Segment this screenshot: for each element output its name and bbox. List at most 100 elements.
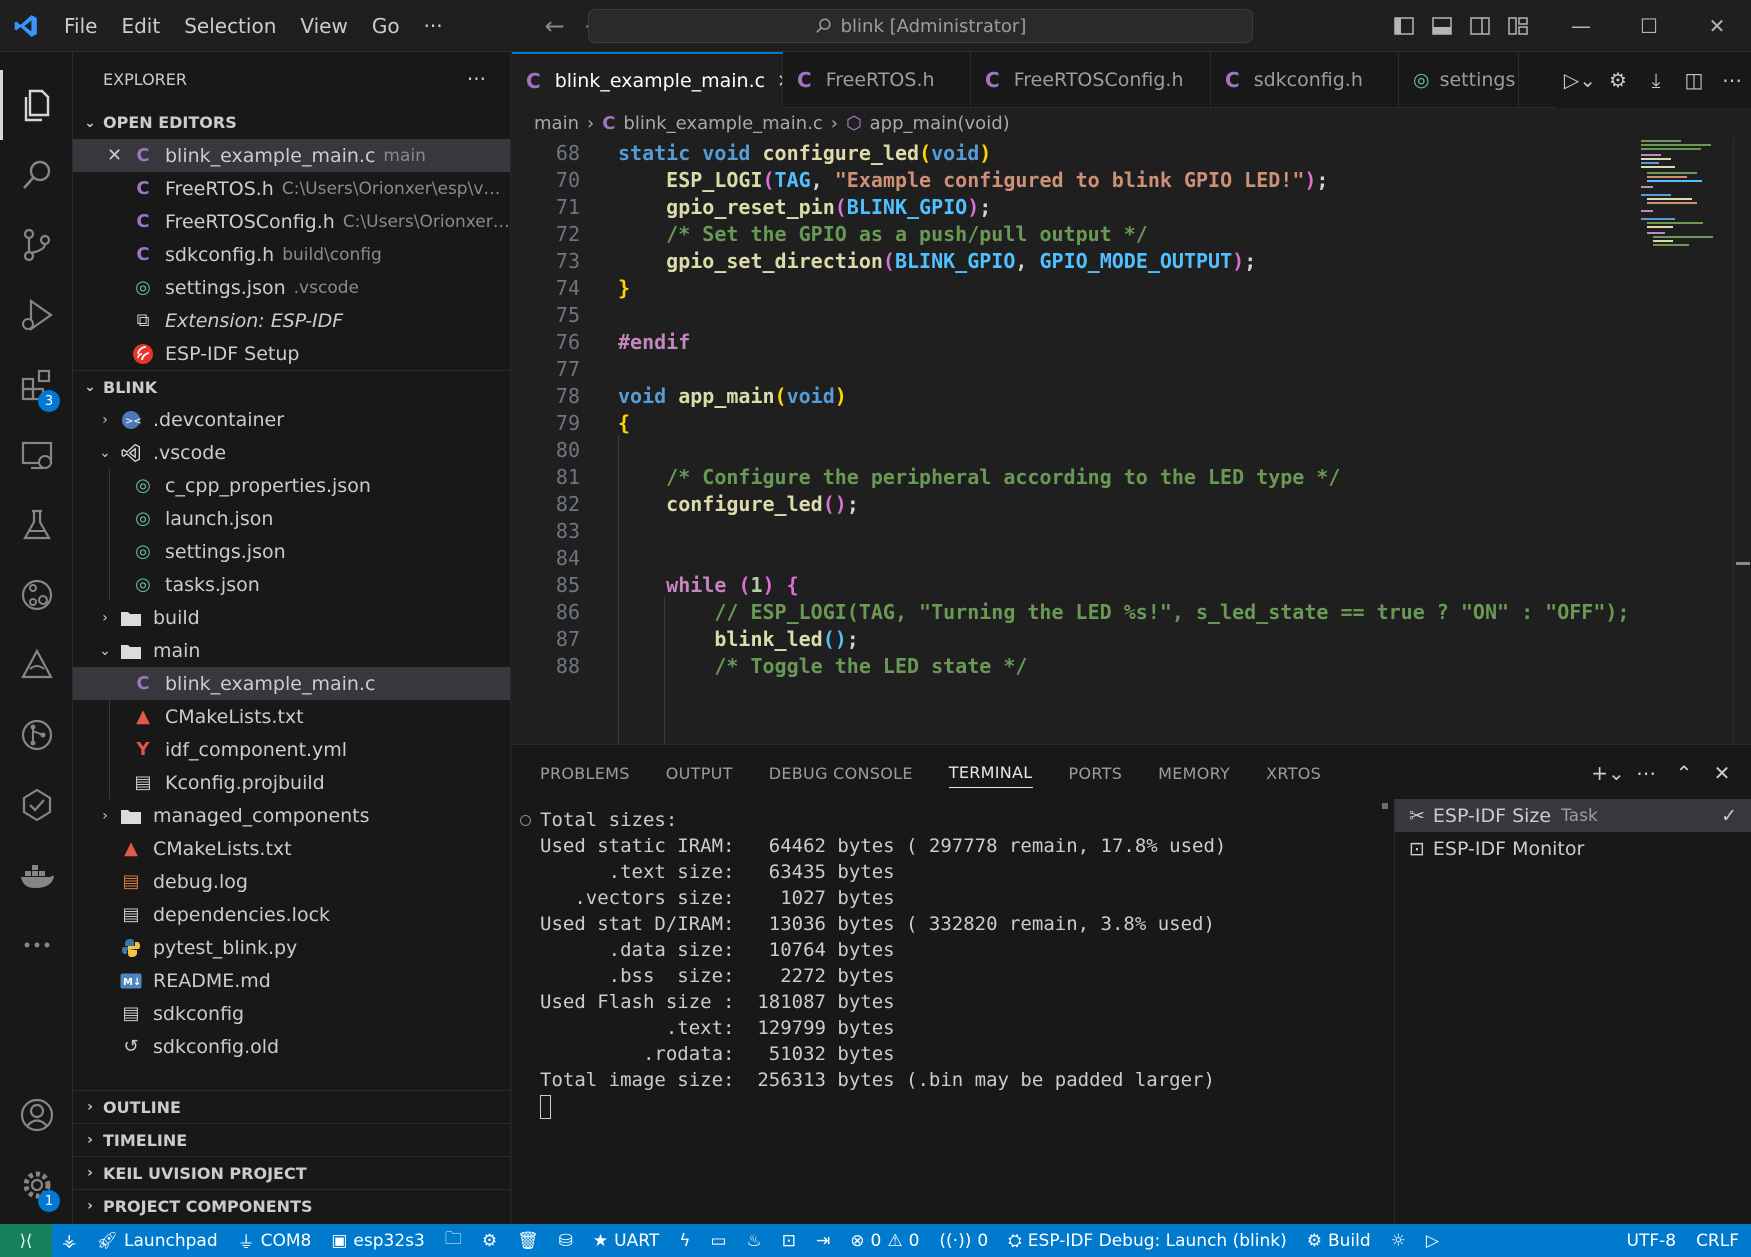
bug-icon[interactable]: ☼	[1381, 1224, 1416, 1257]
open-editors-header[interactable]: ⌄ OPEN EDITORS	[73, 106, 510, 139]
accounts-icon[interactable]	[0, 1080, 73, 1150]
flash-icon[interactable]: ϟ	[669, 1224, 700, 1257]
open-editor-item[interactable]: C sdkconfig.h build\config	[73, 238, 510, 271]
tree-folder-vscode[interactable]: ⌄ .vscode	[73, 436, 510, 469]
source-control-icon[interactable]	[0, 210, 73, 280]
menu-more[interactable]: ···	[412, 14, 455, 38]
editor-scrollbar[interactable]	[1733, 138, 1751, 744]
tree-file[interactable]: ◎ launch.json	[73, 502, 510, 535]
trash-icon[interactable]: 🗑	[507, 1224, 549, 1257]
com-port-item[interactable]: ⏚ COM8	[228, 1224, 322, 1257]
more-actions-icon[interactable]: ⋯	[1713, 68, 1751, 92]
open-editor-item[interactable]: ✕ C blink_example_main.c main	[73, 139, 510, 172]
launchpad-item[interactable]: 🚀︎ Launchpad	[86, 1224, 227, 1257]
sidebar-more-icon[interactable]: ···	[467, 67, 486, 91]
target-item[interactable]: ▣ esp32s3	[321, 1224, 434, 1257]
tree-file[interactable]: pytest_blink.py	[73, 931, 510, 964]
git-history-icon[interactable]	[0, 560, 73, 630]
tree-file[interactable]: ▤ Kconfig.projbuild	[73, 766, 510, 799]
play-icon[interactable]: ▷	[1416, 1224, 1449, 1257]
tree-folder-main[interactable]: ⌄ main	[73, 634, 510, 667]
terminal-list-item[interactable]: ⊡ ESP-IDF Monitor	[1395, 832, 1751, 865]
tree-file[interactable]: Y idf_component.yml	[73, 733, 510, 766]
tab-debug-console[interactable]: DEBUG CONSOLE	[751, 745, 931, 801]
manage-gear-icon[interactable]: 1	[0, 1150, 73, 1220]
tab-problems[interactable]: PROBLEMS	[522, 745, 648, 801]
more-views-icon[interactable]	[0, 910, 73, 980]
docker-icon[interactable]	[0, 840, 73, 910]
tree-file[interactable]: ↺ sdkconfig.old	[73, 1030, 510, 1063]
maximize-panel-icon[interactable]: ⌃	[1665, 761, 1703, 785]
tree-file[interactable]: ▤ dependencies.lock	[73, 898, 510, 931]
tree-file[interactable]: M↓ README.md	[73, 964, 510, 997]
sdkconfig-gear-icon[interactable]: ⚙	[472, 1224, 507, 1257]
monitor-icon[interactable]: ▭	[700, 1224, 736, 1257]
tab-ports[interactable]: PORTS	[1051, 745, 1141, 801]
database-icon[interactable]: ⛁	[549, 1224, 583, 1257]
open-editor-item[interactable]: C FreeRTOS.h C:\Users\Orionxer\esp\v5.2.…	[73, 172, 510, 205]
close-icon[interactable]: ✕	[107, 145, 129, 166]
terminal-scrollbar[interactable]	[1378, 801, 1392, 1221]
open-editor-item[interactable]: ⧉ Extension: ESP-IDF	[73, 304, 510, 337]
run-debug-dropdown-icon[interactable]: ▷⌄	[1561, 68, 1599, 92]
flash-mode-item[interactable]: ★ UART	[583, 1224, 669, 1257]
git-graph-icon[interactable]	[0, 700, 73, 770]
gear-icon[interactable]: ⚙	[1599, 68, 1637, 92]
toggle-primary-sidebar-icon[interactable]	[1385, 0, 1423, 52]
tab-terminal[interactable]: TERMINAL	[948, 758, 1033, 788]
tree-file[interactable]: ◎ settings.json	[73, 535, 510, 568]
tree-file[interactable]: ◎ tasks.json	[73, 568, 510, 601]
timeline-section[interactable]: › TIMELINE	[73, 1123, 510, 1156]
maximize-icon[interactable]: ☐	[1615, 0, 1683, 52]
blink-folder-header[interactable]: ⌄ BLINK	[73, 370, 510, 403]
remote-explorer-icon[interactable]	[0, 420, 73, 490]
extensions-icon[interactable]: 3	[0, 350, 73, 420]
tab-freertosconfig-h[interactable]: C FreeRTOSConfig.h	[971, 52, 1211, 108]
tree-folder-managed-components[interactable]: › managed_components	[73, 799, 510, 832]
open-editor-item[interactable]: C FreeRTOSConfig.h C:\Users\Orionxer\es.…	[73, 205, 510, 238]
menu-file[interactable]: File	[52, 14, 109, 38]
code-editor[interactable]: 68 static void configure_led(void) 70 ESP…	[512, 138, 1751, 744]
tab-freertos-h[interactable]: C FreeRTOS.h	[783, 52, 971, 108]
problems-item[interactable]: ⊗ 0 ⚠ 0	[840, 1224, 929, 1257]
explorer-icon[interactable]	[0, 70, 73, 140]
tree-file[interactable]: ▤ debug.log	[73, 865, 510, 898]
testing-flask-icon[interactable]	[0, 490, 73, 560]
tab-settings-json[interactable]: ◎ settings	[1399, 52, 1519, 108]
tree-file[interactable]: ◎ c_cpp_properties.json	[73, 469, 510, 502]
more-actions-icon[interactable]: ⋯	[1627, 761, 1665, 785]
idf-version-icon[interactable]: ⚶	[52, 1224, 86, 1257]
tab-xrtos[interactable]: XRTOS	[1248, 745, 1339, 801]
checklist-icon[interactable]	[0, 770, 73, 840]
toggle-secondary-sidebar-icon[interactable]	[1461, 0, 1499, 52]
minimize-icon[interactable]: —	[1547, 0, 1615, 52]
customize-layout-icon[interactable]	[1499, 0, 1537, 52]
debug-launch-item[interactable]: ⛭ ESP-IDF Debug: Launch (blink)	[998, 1224, 1297, 1257]
terminal-icon[interactable]: ⊡	[772, 1224, 806, 1257]
run-debug-icon[interactable]	[0, 280, 73, 350]
remote-indicator-icon[interactable]: ⟩⟨	[0, 1224, 52, 1257]
breadcrumb-file[interactable]: blink_example_main.c	[623, 113, 822, 134]
folder-icon[interactable]: 🗀	[435, 1224, 472, 1257]
command-center[interactable]: blink [Administrator]	[588, 9, 1253, 43]
menu-edit[interactable]: Edit	[109, 14, 172, 38]
open-editor-item[interactable]: ◎ settings.json .vscode	[73, 271, 510, 304]
menu-go[interactable]: Go	[360, 14, 412, 38]
tab-output[interactable]: OUTPUT	[648, 745, 751, 801]
search-view-icon[interactable]	[0, 140, 73, 210]
build-item[interactable]: ⚙ Build	[1297, 1224, 1381, 1257]
tree-file[interactable]: ▲ CMakeLists.txt	[73, 832, 510, 865]
breadcrumb-folder[interactable]: main	[534, 113, 579, 134]
keil-section[interactable]: › KEIL UVISION PROJECT	[73, 1156, 510, 1189]
flame-icon[interactable]: ♨	[737, 1224, 772, 1257]
open-editor-item[interactable]: ESP-IDF Setup	[73, 337, 510, 370]
tab-blink-example-main[interactable]: C blink_example_main.c ✕	[512, 52, 783, 108]
split-editor-icon[interactable]: ◫	[1675, 68, 1713, 92]
breadcrumb-symbol[interactable]: app_main(void)	[870, 113, 1010, 134]
terminal-list-item[interactable]: ✂ ESP-IDF Size Task ✓	[1395, 799, 1751, 832]
espidf-explorer-icon[interactable]	[0, 630, 73, 700]
minimap[interactable]	[1633, 138, 1733, 744]
tree-file[interactable]: ▤ sdkconfig	[73, 997, 510, 1030]
tree-file-selected[interactable]: C blink_example_main.c	[73, 667, 510, 700]
outline-section[interactable]: › OUTLINE	[73, 1090, 510, 1123]
